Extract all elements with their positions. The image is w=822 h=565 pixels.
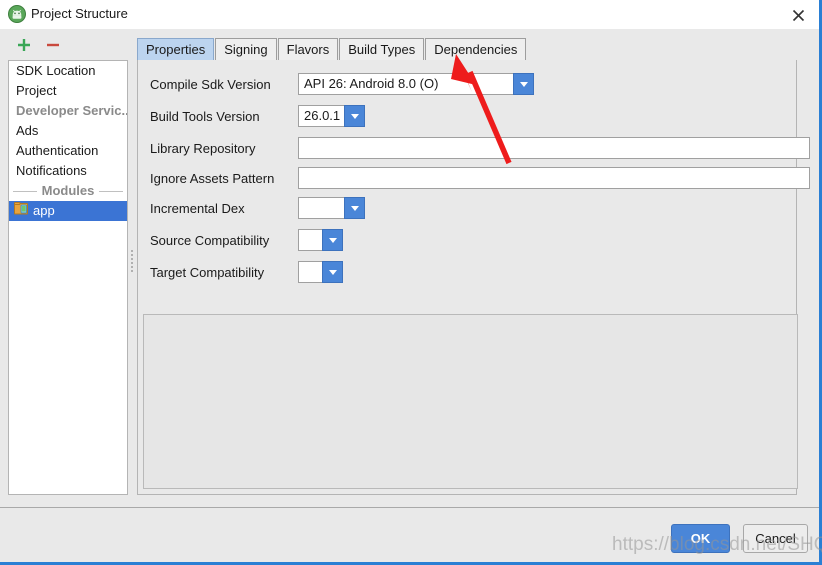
row-compile-sdk-version: Compile Sdk Version API 26: Android 8.0 … [150,72,534,96]
module-row[interactable]: app [9,201,127,221]
chevron-down-icon[interactable] [344,197,365,219]
sidebar-item-notifications[interactable]: Notifications [9,161,127,181]
tab-bar: Properties Signing Flavors Build Types D… [137,36,527,60]
title-bar: Project Structure [0,0,819,29]
build-tools-version-combo[interactable]: 26.0.1 [298,105,365,127]
sidebar-item-app[interactable]: app [9,201,127,221]
incremental-dex-combo[interactable] [298,197,365,219]
sidebar-item-authentication[interactable]: Authentication [9,141,127,161]
sidebar-item-project[interactable]: Project [9,81,127,101]
close-icon[interactable] [783,3,813,27]
label-compile-sdk-version: Compile Sdk Version [150,76,271,92]
module-label: app [33,203,55,218]
cancel-button[interactable]: Cancel [743,524,808,553]
row-source-compatibility: Source Compatibility [150,228,343,252]
label-source-compatibility: Source Compatibility [150,232,270,248]
compile-sdk-version-combo[interactable]: API 26: Android 8.0 (O) [298,73,534,95]
row-library-repository: Library Repository [150,136,810,160]
android-studio-icon [8,5,26,23]
chevron-down-icon[interactable] [322,229,343,251]
minus-icon[interactable] [43,35,63,55]
properties-detail-area [143,314,798,489]
label-incremental-dex: Incremental Dex [150,200,245,216]
sidebar-toolbar [0,29,130,60]
plus-icon[interactable] [14,35,34,55]
sidebar-item-sdk-location[interactable]: SDK Location [9,61,127,81]
module-icon [14,201,28,221]
incremental-dex-value [298,197,344,219]
label-ignore-assets-pattern: Ignore Assets Pattern [150,170,275,186]
tab-properties[interactable]: Properties [137,38,215,60]
library-repository-input[interactable] [298,137,810,159]
chevron-down-icon[interactable] [513,73,534,95]
label-build-tools-version: Build Tools Version [150,108,260,124]
tab-signing[interactable]: Signing [215,38,277,60]
row-incremental-dex: Incremental Dex [150,196,365,220]
row-ignore-assets-pattern: Ignore Assets Pattern [150,166,810,190]
label-library-repository: Library Repository [150,140,256,156]
window-title: Project Structure [31,6,128,21]
chevron-down-icon[interactable] [322,261,343,283]
compile-sdk-version-value: API 26: Android 8.0 (O) [298,73,513,95]
chevron-down-icon[interactable] [344,105,365,127]
tab-build-types[interactable]: Build Types [339,38,425,60]
label-target-compatibility: Target Compatibility [150,264,265,280]
source-compatibility-combo[interactable] [298,229,343,251]
row-build-tools-version: Build Tools Version 26.0.1 [150,104,365,128]
ignore-assets-pattern-input[interactable] [298,167,810,189]
project-structure-dialog: Project Structure SDK Location Project D… [0,0,822,565]
modules-group-label: Modules [36,183,100,198]
sidebar-list[interactable]: SDK Location Project Developer Servic...… [8,60,128,495]
target-compatibility-value [298,261,322,283]
row-target-compatibility: Target Compatibility [150,260,343,284]
sidebar-splitter-handle[interactable] [129,248,134,274]
ok-button[interactable]: OK [671,524,730,553]
tab-dependencies[interactable]: Dependencies [425,38,527,60]
target-compatibility-combo[interactable] [298,261,343,283]
build-tools-version-value: 26.0.1 [298,105,344,127]
modules-group-separator: Modules [9,181,127,201]
sidebar-item-ads[interactable]: Ads [9,121,127,141]
dialog-button-bar: OK Cancel [0,508,819,562]
tab-flavors[interactable]: Flavors [277,38,339,60]
source-compatibility-value [298,229,322,251]
sidebar-item-developer-services[interactable]: Developer Servic... [9,101,127,121]
